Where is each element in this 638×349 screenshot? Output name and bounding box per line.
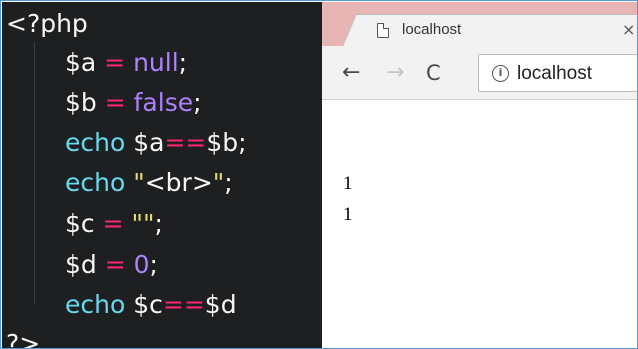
reload-button[interactable]: C bbox=[426, 58, 441, 88]
code-line: echo $c==$d bbox=[65, 285, 237, 325]
code-token: $a bbox=[65, 48, 97, 77]
code-line: $b = false; bbox=[65, 83, 202, 123]
code-token: $c bbox=[65, 209, 95, 238]
page-icon bbox=[377, 23, 389, 38]
forward-button[interactable]: → bbox=[386, 58, 404, 88]
code-token: 0 bbox=[133, 250, 150, 279]
info-icon[interactable]: i bbox=[492, 65, 509, 82]
code-token: ; bbox=[224, 168, 233, 197]
code-token: "" bbox=[131, 209, 155, 238]
code-token: false bbox=[133, 88, 194, 117]
address-bar[interactable]: i localhost bbox=[478, 54, 637, 92]
tab-title: localhost bbox=[402, 21, 462, 38]
code-token: ?> bbox=[6, 329, 41, 349]
code-token: null bbox=[133, 48, 179, 77]
close-icon[interactable]: × bbox=[622, 19, 635, 41]
code-token: $c bbox=[125, 290, 163, 319]
code-token: == bbox=[162, 290, 205, 319]
back-button[interactable]: ← bbox=[342, 58, 360, 88]
code-token: $d bbox=[65, 250, 97, 279]
code-token: $d bbox=[204, 290, 237, 319]
code-line: $c = ""; bbox=[65, 204, 163, 244]
code-token: echo bbox=[65, 168, 126, 197]
page-content: 1 1 bbox=[322, 101, 637, 348]
code-token: ; bbox=[149, 250, 158, 279]
code-token: ; bbox=[178, 48, 188, 77]
code-token: = bbox=[96, 88, 134, 117]
code-token: $b bbox=[65, 88, 97, 117]
code-line: <?php bbox=[6, 4, 88, 44]
code-line: ?> bbox=[6, 324, 41, 349]
code-token: ; bbox=[238, 128, 247, 157]
indent-guide bbox=[34, 42, 35, 304]
code-token: = bbox=[96, 48, 134, 77]
code-editor[interactable]: <?php $a = null; $b = false; echo $a==$b; ec… bbox=[2, 2, 322, 349]
tab-edge bbox=[342, 14, 356, 47]
browser-window: localhost × ← → C i localhost 1 1 bbox=[322, 2, 637, 348]
url-text[interactable]: localhost bbox=[517, 62, 592, 86]
code-token: ; bbox=[193, 88, 202, 117]
code-token: ; bbox=[154, 209, 163, 238]
code-token: " bbox=[125, 168, 145, 197]
code-line: echo "<br>"; bbox=[65, 163, 233, 203]
code-token: echo bbox=[65, 290, 126, 319]
code-token: <br> bbox=[144, 168, 213, 197]
code-token: = bbox=[96, 250, 134, 279]
output-line-1: 1 bbox=[343, 173, 353, 194]
code-token: $b bbox=[206, 128, 239, 157]
code-line: $a = null; bbox=[65, 43, 187, 83]
code-line: $d = 0; bbox=[65, 245, 158, 285]
output-line-2: 1 bbox=[343, 204, 353, 225]
code-line: echo $a==$b; bbox=[65, 123, 247, 163]
code-token: <?php bbox=[6, 9, 88, 38]
code-token: == bbox=[164, 128, 207, 157]
code-token: " bbox=[212, 168, 225, 197]
code-token: = bbox=[94, 209, 132, 238]
code-token: echo bbox=[65, 128, 126, 157]
browser-toolbar: ← → C i localhost bbox=[322, 46, 637, 100]
tab-strip: localhost × bbox=[322, 2, 637, 47]
screenshot-frame: <?php $a = null; $b = false; echo $a==$b; ec… bbox=[0, 0, 638, 349]
code-token: $a bbox=[125, 128, 165, 157]
